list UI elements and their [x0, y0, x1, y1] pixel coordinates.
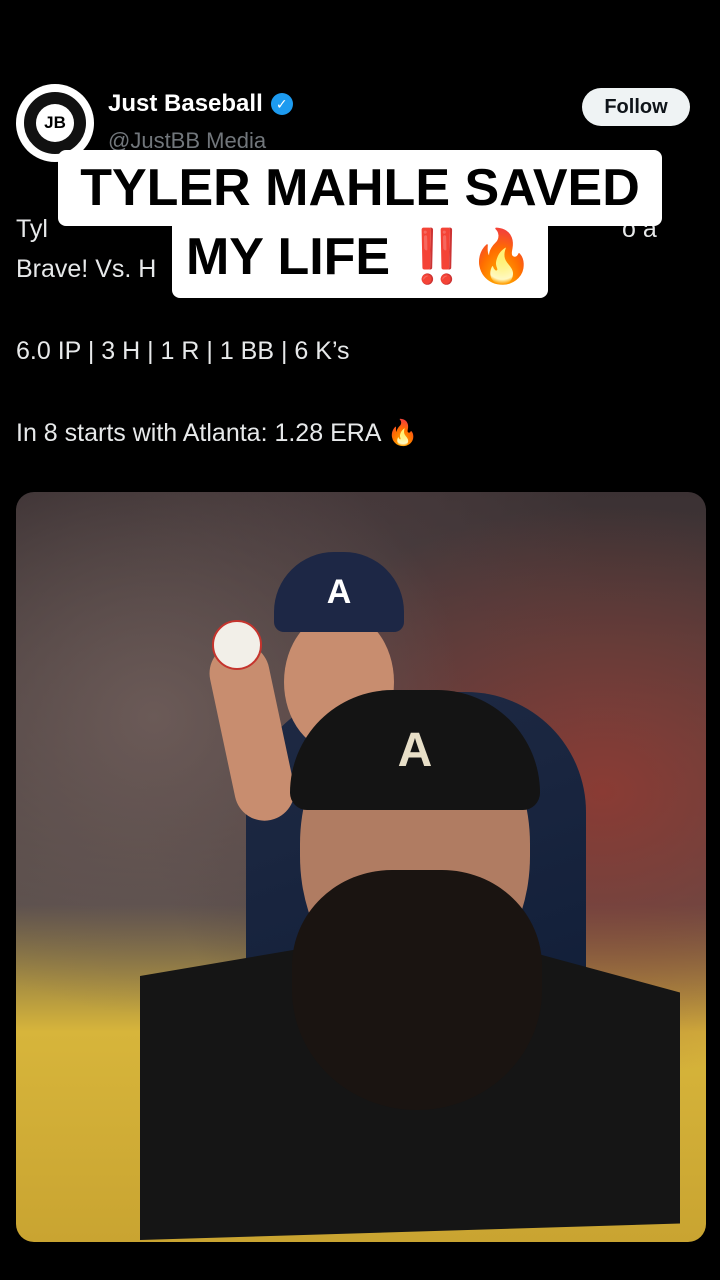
follow-button[interactable]: Follow: [582, 88, 690, 126]
overlay-caption-line-2: MY LIFE ‼️🔥: [172, 222, 548, 298]
cap-logo: A: [326, 572, 352, 611]
tweet-stats: 6.0 IP | 3 H | 1 R | 1 BB | 6 K’s: [16, 337, 350, 365]
beanie-logo: A: [397, 723, 433, 777]
tweet-line-1-start: Tyl: [16, 215, 48, 243]
verified-badge-icon: ✓: [270, 93, 293, 115]
tweet-atlanta-stats: In 8 starts with Atlanta: 1.28 ERA 🔥: [16, 419, 419, 447]
creator-beard: [292, 870, 542, 1110]
name-row: Just Baseball ✓: [108, 90, 293, 118]
avatar-ring: JB: [22, 90, 88, 156]
display-name[interactable]: Just Baseball: [108, 90, 263, 118]
avatar-logo: JB: [36, 104, 74, 142]
overlay-caption-line-1: TYLER MAHLE SAVED: [58, 150, 662, 226]
braves-cap: A: [274, 552, 404, 632]
baseball: [212, 620, 262, 670]
